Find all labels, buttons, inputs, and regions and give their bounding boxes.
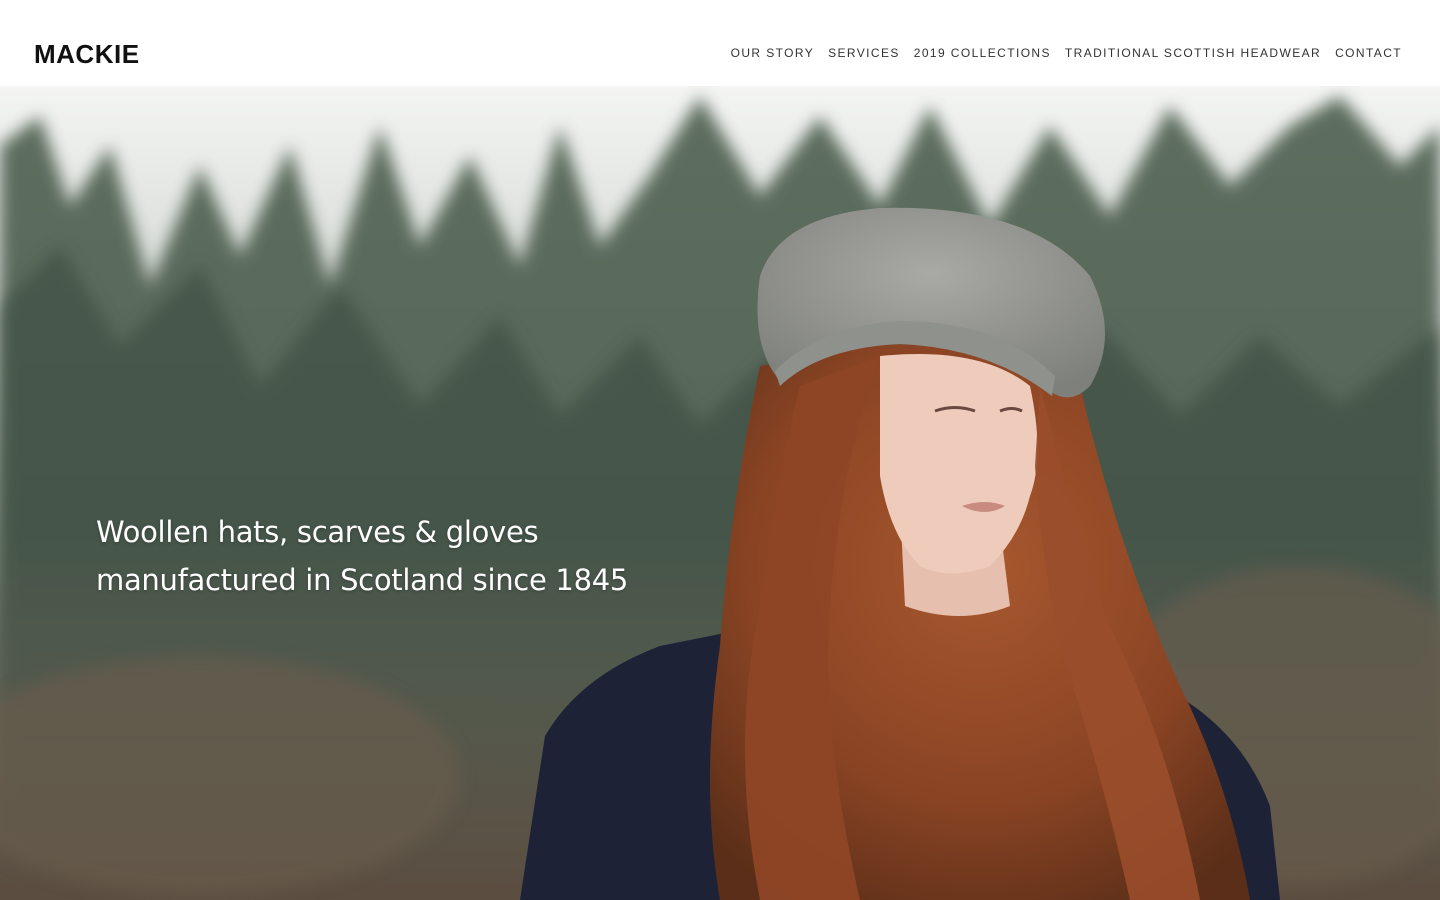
nav-item-our-story[interactable]: OUR STORY bbox=[731, 44, 815, 62]
tagline-line-1: Woollen hats, scarves & gloves bbox=[96, 515, 539, 549]
site-header: MACKIE OUR STORY SERVICES 2019 COLLECTIO… bbox=[0, 0, 1440, 86]
hero-tagline: Woollen hats, scarves & gloves manufactu… bbox=[96, 508, 716, 604]
brand-logo[interactable]: MACKIE bbox=[34, 38, 140, 70]
tagline-line-2: manufactured in Scotland since 1845 bbox=[96, 563, 629, 597]
nav-item-traditional-scottish-headwear[interactable]: TRADITIONAL SCOTTISH HEADWEAR bbox=[1065, 44, 1321, 62]
nav-item-contact[interactable]: CONTACT bbox=[1335, 44, 1402, 62]
hero-banner: Woollen hats, scarves & gloves manufactu… bbox=[0, 86, 1440, 900]
nav-item-services[interactable]: SERVICES bbox=[828, 44, 900, 62]
hero-photo bbox=[0, 86, 1440, 900]
nav-item-2019-collections[interactable]: 2019 COLLECTIONS bbox=[914, 44, 1051, 62]
main-nav: OUR STORY SERVICES 2019 COLLECTIONS TRAD… bbox=[731, 44, 1402, 62]
